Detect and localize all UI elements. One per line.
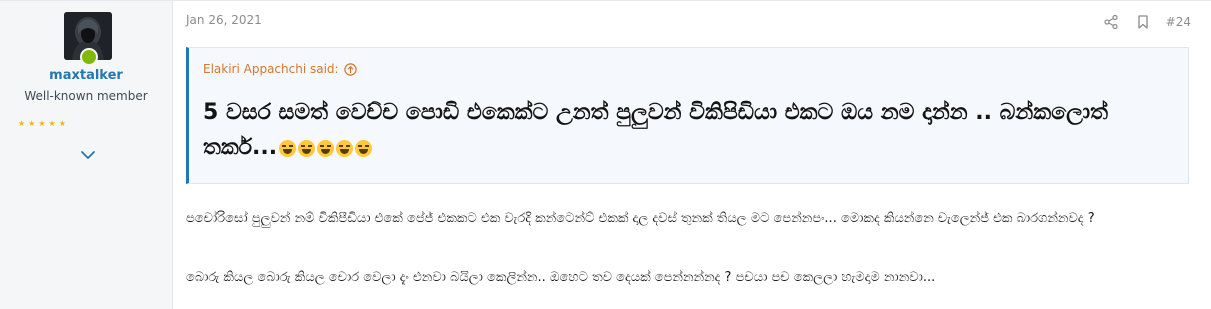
rating-stars: ★★★★★ (18, 119, 69, 128)
online-status-icon (80, 48, 98, 66)
bookmark-icon[interactable] (1136, 15, 1150, 29)
username-link[interactable]: maxtalker (0, 68, 172, 83)
chevron-down-icon[interactable] (80, 149, 96, 161)
post-date[interactable]: Jan 26, 2021 (186, 13, 262, 27)
emoji-group (277, 133, 373, 168)
message-post: maxtalker Well-known member ★★★★★ Jan 26… (0, 0, 1211, 309)
arrow-up-circle-icon[interactable] (343, 62, 357, 76)
share-icon[interactable] (1104, 15, 1118, 29)
avatar-container[interactable] (64, 12, 112, 66)
laughing-emoji-icon (298, 140, 316, 157)
post-actions: #24 (1086, 14, 1191, 30)
laughing-emoji-icon (336, 140, 354, 157)
user-title: Well-known member (24, 89, 148, 103)
quote-attribution[interactable]: Elakiri Appachchi said: (203, 62, 357, 76)
post-paragraph: බොරු කියල බොරු කියල චොර වෙලා දැං එනවා බය… (186, 270, 936, 285)
laughing-emoji-icon (355, 140, 373, 157)
quote-block: Elakiri Appachchi said: 5 වසර සමත් වෙච්ච… (186, 47, 1189, 184)
user-sidebar: maxtalker Well-known member ★★★★★ (0, 1, 173, 309)
post-number[interactable]: #24 (1166, 15, 1191, 29)
laughing-emoji-icon (317, 140, 335, 157)
quote-content: 5 වසර සමත් වෙච්ච පොඩි එකෙක්ට උනත් පුලුවන… (203, 95, 1163, 168)
post-paragraph: පචෝරිසෝ පුලුවන් නම් විකිපීඩියා එකේ පේජ් … (186, 211, 1095, 226)
quote-attribution-label[interactable]: Elakiri Appachchi said: (203, 62, 339, 76)
laughing-emoji-icon (279, 140, 297, 157)
